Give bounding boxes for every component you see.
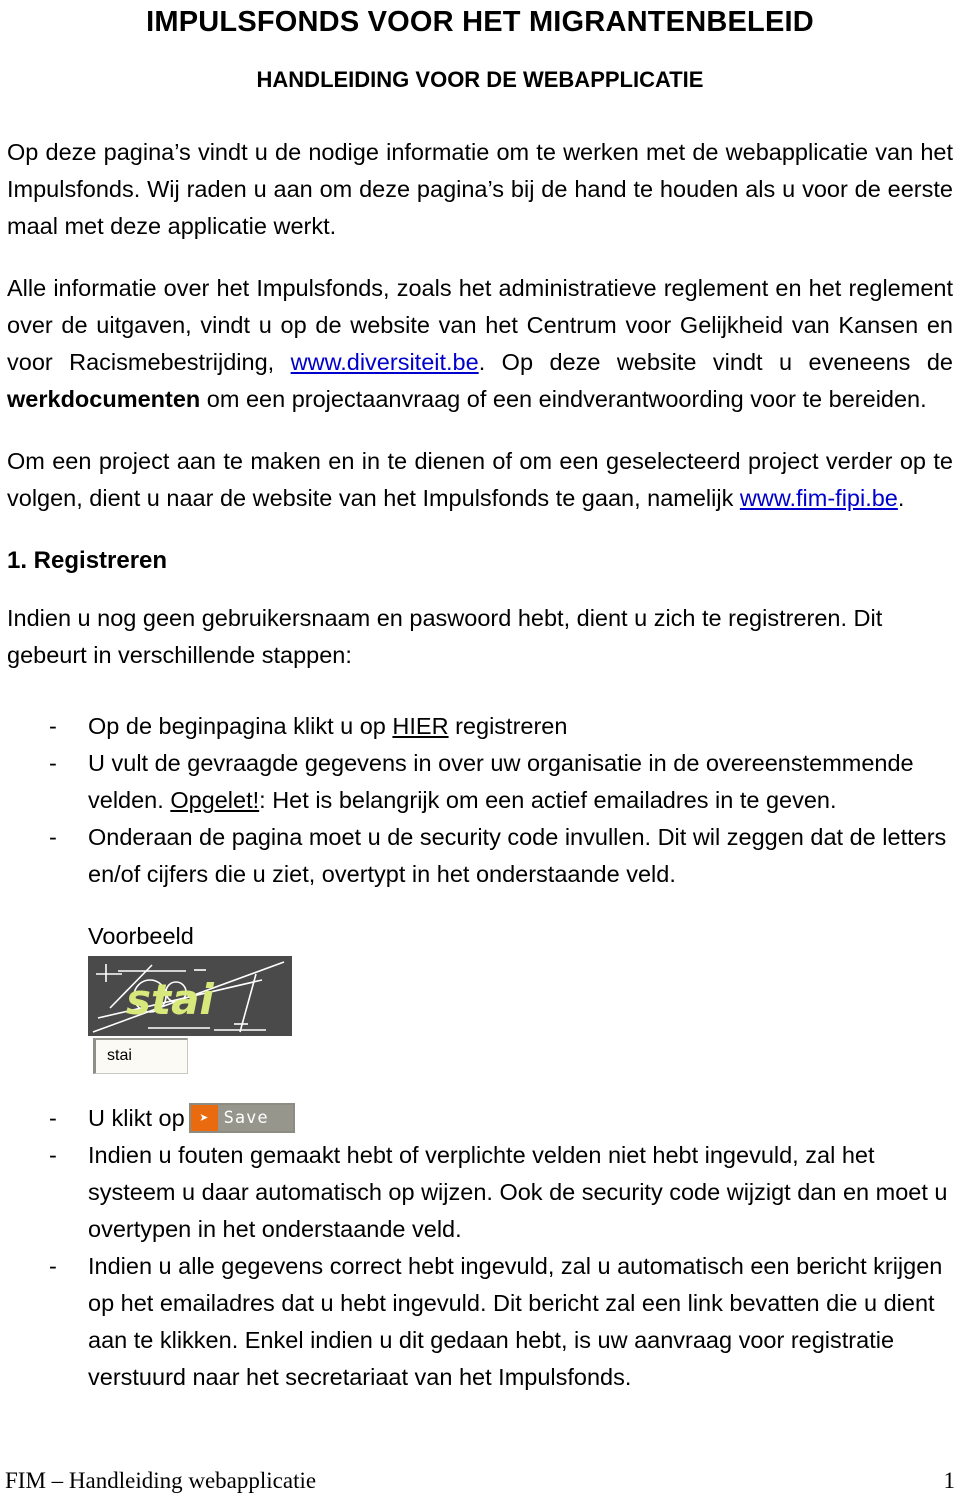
dash-bullet-icon: - [49, 1142, 57, 1169]
captcha-input-value: stai [107, 1047, 132, 1065]
info-paragraph: Alle informatie over het Impulsfonds, zo… [5, 245, 955, 418]
post-registration-steps-list: - U klikt op ➤ Save - Indien u fouten gemaak… [5, 1076, 955, 1396]
step-text: Indien u fouten gemaakt hebt of verplich… [88, 1142, 948, 1243]
list-item: - Op de beginpagina klikt u op HIER regis… [5, 708, 955, 745]
captcha-widget: stai stai [88, 956, 292, 1076]
dash-bullet-icon: - [49, 750, 57, 777]
step-text: Indien u alle gegevens correct hebt inge… [88, 1253, 943, 1391]
fim-fipi-link[interactable]: www.fim-fipi.be [740, 485, 898, 511]
step-text-part2: registreren [448, 713, 568, 740]
info-text-part3: om een projectaanvraag of een eindverant… [200, 385, 927, 412]
page-title: IMPULSFONDS VOOR HET MIGRANTENBELEID [146, 6, 814, 38]
info-text-part2: . Op deze website vindt u eveneens de [478, 348, 953, 375]
arrow-right-icon: ➤ [190, 1105, 218, 1132]
project-paragraph: Om een project aan te maken en in te die… [5, 418, 955, 517]
list-item: -U vult de gevraagde gegevens in over uw… [5, 745, 955, 819]
list-item: - Indien u fouten gemaakt hebt of verplic… [5, 1137, 955, 1248]
dash-bullet-icon: - [49, 713, 57, 740]
opgelet-emphasis: Opgelet! [170, 787, 260, 814]
example-block: Voorbeeld stai stai [5, 893, 955, 1076]
captcha-svg: stai [88, 956, 292, 1037]
page-subtitle: HANDLEIDING VOOR DE WEBAPPLICATIE [256, 67, 704, 93]
captcha-input[interactable]: stai [93, 1038, 188, 1075]
diversiteit-link[interactable]: www.diversiteit.be [291, 349, 479, 375]
dash-bullet-icon: - [49, 1105, 57, 1132]
registration-steps-list: - Op de beginpagina klikt u op HIER regis… [5, 674, 955, 893]
document-page: IMPULSFONDS VOOR HET MIGRANTENBELEID HAN… [0, 0, 960, 1510]
dash-bullet-icon: - [49, 1253, 57, 1280]
footer-page-number: 1 [943, 1468, 956, 1493]
intro-paragraph: Op deze pagina’s vindt u de nodige infor… [7, 138, 953, 239]
list-item: - Indien u alle gegevens correct hebt ing… [5, 1248, 955, 1396]
click-instruction-text: U klikt op [88, 1105, 185, 1132]
project-text-part2: . [897, 484, 905, 511]
hier-emphasis[interactable]: HIER [392, 713, 448, 739]
step-text-part1: Op de beginpagina klikt u op [88, 713, 393, 740]
example-label: Voorbeeld [88, 923, 194, 950]
section-heading-registreren: 1. Registreren [7, 546, 168, 574]
step-text-part1: Onderaan de pagina moet u de security co… [88, 824, 947, 888]
dash-bullet-icon: - [49, 824, 57, 851]
save-button[interactable]: ➤ Save [188, 1103, 295, 1134]
captcha-image: stai [88, 956, 292, 1037]
save-button-label: Save [223, 1108, 269, 1129]
list-item: - Onderaan de pagina moet u de security c… [5, 819, 955, 893]
werkdocumenten-term: werkdocumenten [7, 385, 201, 412]
section-intro-paragraph: Indien u nog geen gebruikersnaam en pasw… [7, 605, 883, 669]
step-text-part2: : Het is belangrijk om een actief emaila… [259, 787, 837, 814]
page-footer: FIM – Handleiding webapplicatie 1 [5, 1468, 955, 1494]
list-item: - U klikt op ➤ Save [5, 1100, 955, 1137]
footer-left-text: FIM – Handleiding webapplicatie [5, 1468, 317, 1493]
captcha-code-text: stai [126, 975, 214, 1024]
